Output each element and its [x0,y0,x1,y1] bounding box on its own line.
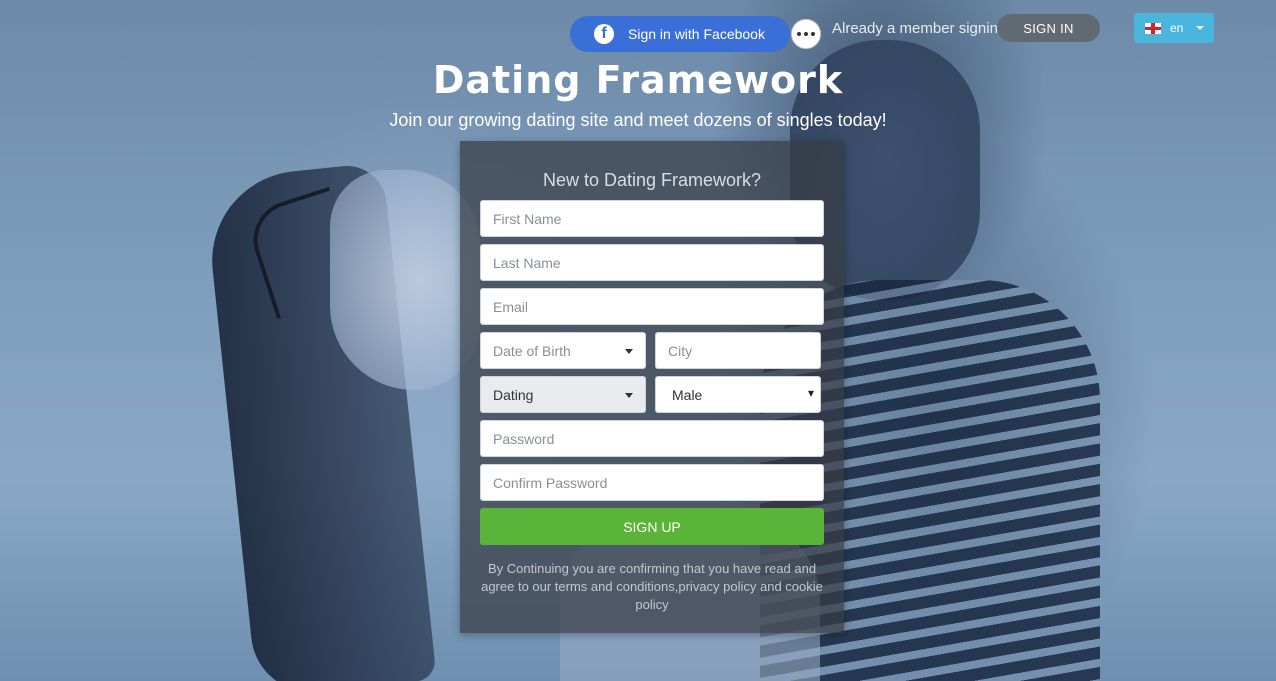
facebook-icon: f [594,24,614,44]
more-dot [811,32,815,36]
more-options-button[interactable] [791,19,821,49]
signin-button[interactable]: SIGN IN [997,14,1100,42]
england-flag-icon [1145,22,1161,34]
terms-text: By Continuing you are confirming that yo… [481,561,823,612]
facebook-signin-button[interactable]: f Sign in with Facebook [570,16,790,52]
confirm-password-field[interactable]: Confirm Password [480,464,824,501]
date-of-birth-picker[interactable]: Date of Birth [480,332,646,369]
gender-select[interactable]: Male [655,376,821,413]
first-name-field[interactable]: First Name [480,200,824,237]
member-signin-text: Already a member signin [832,20,998,37]
site-subtitle: Join our growing dating site and meet do… [389,110,887,130]
signup-panel-title: New to Dating Framework? [542,170,762,190]
language-label: en [1170,21,1184,35]
signup-button[interactable]: SIGN UP [480,508,824,545]
city-field[interactable]: City [655,332,821,369]
site-title: Dating Framework [432,58,844,102]
more-dot [804,32,808,36]
more-dots-icon [797,32,801,36]
chevron-down-icon [1196,26,1205,30]
last-name-field[interactable]: Last Name [480,244,824,281]
language-selector[interactable]: en [1134,13,1214,43]
facebook-signin-label: Sign in with Facebook [628,26,765,42]
signup-panel: New to Dating Framework? First Name Last… [460,141,844,633]
relationship-type-select[interactable]: Dating [480,376,646,413]
password-field[interactable]: Password [480,420,824,457]
email-field[interactable]: Email [480,288,824,325]
